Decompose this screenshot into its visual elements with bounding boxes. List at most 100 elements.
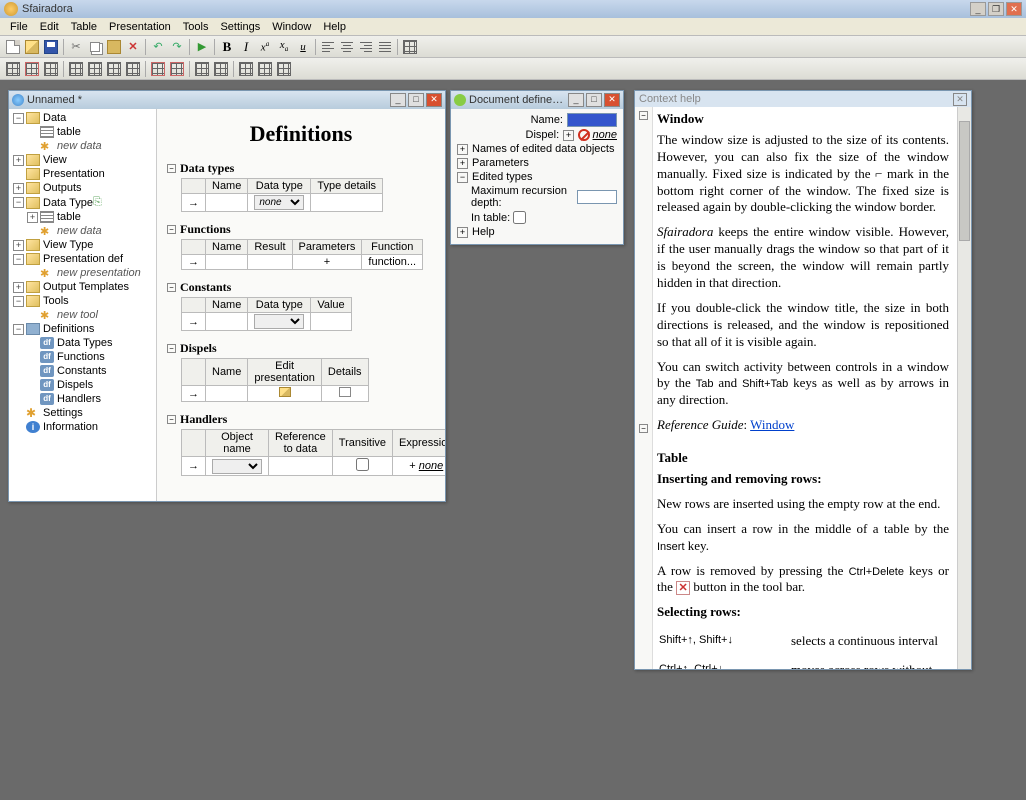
window-doc-titlebar[interactable]: Document defined... _ □ ✕: [451, 91, 623, 109]
window-link[interactable]: Window: [750, 417, 794, 432]
tree-item[interactable]: dfData Types: [11, 336, 154, 350]
tree-item[interactable]: +Output Templates: [11, 280, 154, 294]
tree-item[interactable]: Presentation: [11, 167, 154, 181]
run-button[interactable]: ▶: [193, 38, 211, 56]
undo-button[interactable]: ↶: [149, 38, 167, 56]
menu-table[interactable]: Table: [65, 19, 103, 35]
intable-checkbox[interactable]: [513, 211, 526, 224]
italic-button[interactable]: I: [237, 38, 255, 56]
transitive-checkbox[interactable]: [356, 458, 369, 471]
tool2-3[interactable]: [42, 60, 60, 78]
min-button[interactable]: _: [390, 93, 406, 107]
max-button[interactable]: □: [408, 93, 424, 107]
help-titlebar[interactable]: Context help ✕: [635, 91, 971, 107]
min-button[interactable]: _: [568, 93, 584, 107]
handlers-table[interactable]: Object nameReference to dataTransitiveEx…: [181, 429, 445, 476]
menu-settings[interactable]: Settings: [214, 19, 266, 35]
tool2-9[interactable]: [168, 60, 186, 78]
datatype-select[interactable]: none: [254, 195, 304, 210]
tree-item[interactable]: +table: [11, 210, 154, 224]
tree-item[interactable]: +View: [11, 153, 154, 167]
collapse-icon[interactable]: −: [167, 415, 176, 424]
copy-button[interactable]: [86, 38, 104, 56]
expand-icon[interactable]: +: [563, 130, 574, 141]
open-button[interactable]: [23, 38, 41, 56]
menu-presentation[interactable]: Presentation: [103, 19, 177, 35]
tool2-2[interactable]: [23, 60, 41, 78]
tool2-12[interactable]: [237, 60, 255, 78]
tree-item[interactable]: new data: [11, 139, 154, 153]
expand-icon[interactable]: +: [457, 144, 468, 155]
tool2-10[interactable]: [193, 60, 211, 78]
tree-item[interactable]: +View Type: [11, 238, 154, 252]
tree-item[interactable]: new presentation: [11, 266, 154, 280]
dispels-table[interactable]: NameEdit presentationDetails →: [181, 358, 369, 402]
expand-icon[interactable]: +: [457, 227, 468, 238]
close-button[interactable]: ✕: [953, 93, 967, 106]
tree-item[interactable]: −Definitions: [11, 322, 154, 336]
cut-button[interactable]: ✂: [67, 38, 85, 56]
subscript-button[interactable]: xa: [275, 38, 293, 56]
menu-edit[interactable]: Edit: [34, 19, 65, 35]
scrollbar[interactable]: [957, 107, 971, 669]
tool2-5[interactable]: [86, 60, 104, 78]
tree-item[interactable]: −Data: [11, 111, 154, 125]
expand-icon[interactable]: +: [457, 158, 468, 169]
close-button[interactable]: ✕: [1006, 2, 1022, 16]
max-button[interactable]: □: [586, 93, 602, 107]
tree-item[interactable]: table: [11, 125, 154, 139]
menu-help[interactable]: Help: [317, 19, 352, 35]
tree-item[interactable]: ✱Settings: [11, 406, 154, 420]
tree-item[interactable]: +Outputs: [11, 181, 154, 195]
collapse-icon[interactable]: −: [167, 344, 176, 353]
handler-obj-select[interactable]: [212, 459, 262, 474]
align-left-button[interactable]: [319, 38, 337, 56]
menu-file[interactable]: File: [4, 19, 34, 35]
tree-item[interactable]: −Data Type ⎘: [11, 195, 154, 210]
name-input[interactable]: [567, 113, 617, 127]
tool2-11[interactable]: [212, 60, 230, 78]
bold-button[interactable]: B: [218, 38, 236, 56]
tool2-1[interactable]: [4, 60, 22, 78]
collapse-icon[interactable]: −: [457, 172, 468, 183]
new-button[interactable]: [4, 38, 22, 56]
align-center-button[interactable]: [338, 38, 356, 56]
restore-button[interactable]: ❐: [988, 2, 1004, 16]
align-justify-button[interactable]: [376, 38, 394, 56]
collapse-icon[interactable]: −: [167, 225, 176, 234]
superscript-button[interactable]: xa: [256, 38, 274, 56]
window-unnamed-titlebar[interactable]: Unnamed * _ □ ✕: [9, 91, 445, 109]
tree-panel[interactable]: −Datatablenew data+ViewPresentation+Outp…: [9, 109, 157, 501]
table-button[interactable]: [401, 38, 419, 56]
tool2-6[interactable]: [105, 60, 123, 78]
tree-item[interactable]: dfFunctions: [11, 350, 154, 364]
tool2-7[interactable]: [124, 60, 142, 78]
collapse-icon[interactable]: −: [167, 283, 176, 292]
close-button[interactable]: ✕: [426, 93, 442, 107]
menu-tools[interactable]: Tools: [177, 19, 215, 35]
tree-item[interactable]: iInformation: [11, 420, 154, 434]
paste-button[interactable]: [105, 38, 123, 56]
tool2-13[interactable]: [256, 60, 274, 78]
tree-item[interactable]: dfHandlers: [11, 392, 154, 406]
save-button[interactable]: [42, 38, 60, 56]
redo-button[interactable]: ↷: [168, 38, 186, 56]
tool2-14[interactable]: [275, 60, 293, 78]
tool2-4[interactable]: [67, 60, 85, 78]
tree-item[interactable]: new data: [11, 224, 154, 238]
tree-item[interactable]: −Tools: [11, 294, 154, 308]
tree-item[interactable]: dfConstants: [11, 364, 154, 378]
scrollbar-thumb[interactable]: [959, 121, 970, 241]
tree-item[interactable]: −Presentation def: [11, 252, 154, 266]
maxrec-input[interactable]: [577, 190, 617, 204]
const-type-select[interactable]: [254, 314, 304, 329]
functions-table[interactable]: NameResultParametersFunction →+function.…: [181, 239, 423, 270]
align-right-button[interactable]: [357, 38, 375, 56]
collapse-icon[interactable]: −: [639, 111, 648, 120]
close-button[interactable]: ✕: [604, 93, 620, 107]
collapse-icon[interactable]: −: [167, 164, 176, 173]
datatypes-table[interactable]: NameData typeType details →none: [181, 178, 383, 212]
menu-window[interactable]: Window: [266, 19, 317, 35]
delete-button[interactable]: ✕: [124, 38, 142, 56]
minimize-button[interactable]: _: [970, 2, 986, 16]
